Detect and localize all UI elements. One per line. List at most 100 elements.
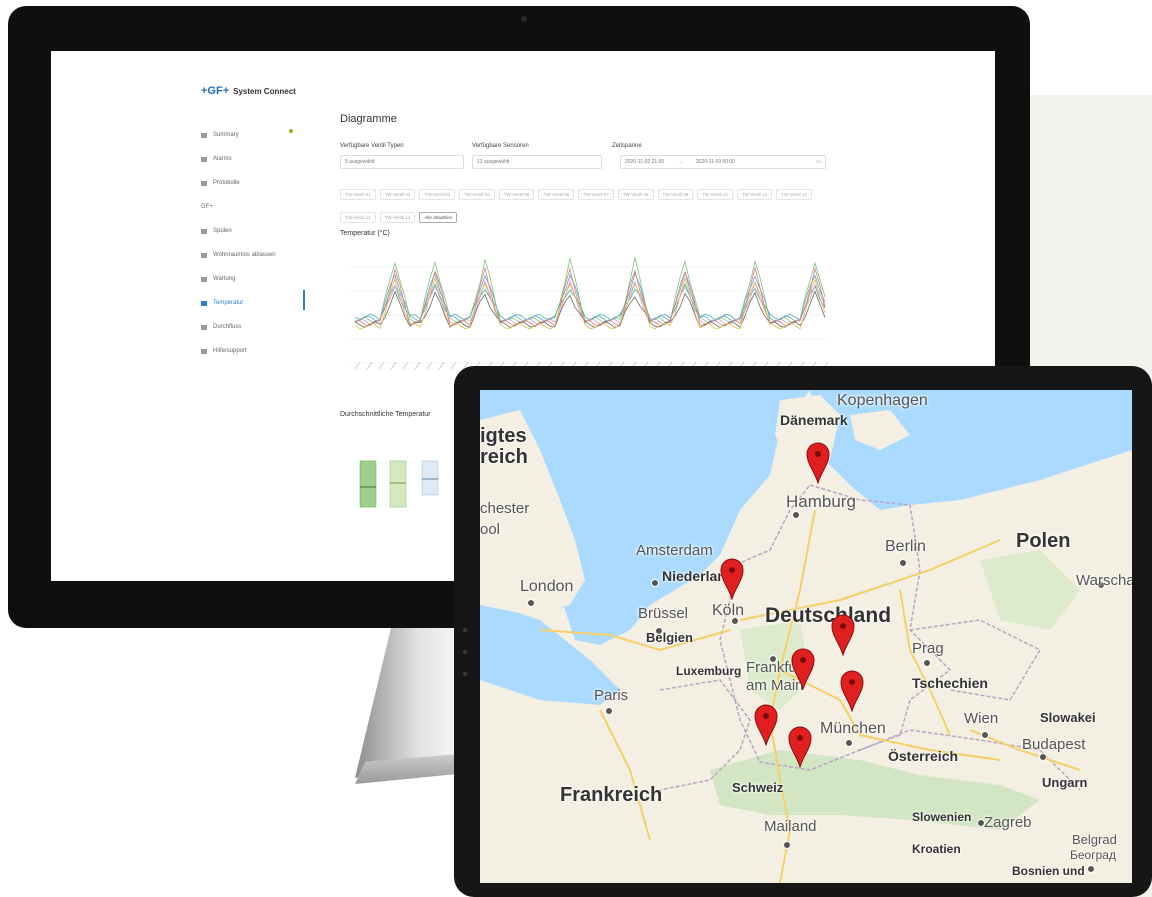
main-content: Diagramme Verfügbare Ventil Typen 5 ausg…	[340, 113, 940, 508]
temperature-chart-title: Temperatur (°C)	[340, 230, 390, 237]
sensor-chip[interactable]: TW-Ventil 08	[617, 189, 654, 200]
map-label: Београд	[1070, 848, 1116, 862]
sidebar-item[interactable]: Wartung	[201, 267, 311, 291]
sensor-chip[interactable]: TW-Ventil 09	[657, 189, 694, 200]
map-label: Tschechien	[912, 675, 988, 691]
valve-icon	[201, 252, 207, 258]
location-pin-icon[interactable]	[840, 670, 864, 717]
city-marker-dot	[845, 739, 853, 747]
sidebar-item[interactable]: Summary	[201, 123, 311, 147]
wrench-icon	[201, 276, 207, 282]
sidebar-item[interactable]: Durchfluss	[201, 315, 311, 339]
notification-dot	[289, 129, 293, 133]
map-label: Schweiz	[732, 780, 784, 795]
sidebar-item[interactable]: Hilfe/support	[201, 339, 311, 363]
sidebar-item-label: Wohnraumlos ablassen	[213, 252, 276, 258]
sidebar-item[interactable]: Wohnraumlos ablassen	[201, 243, 311, 267]
temperature-line-chart	[350, 257, 829, 370]
map-label: Österreich	[888, 748, 959, 764]
help-icon	[201, 348, 207, 354]
map-label: Kopenhagen	[837, 392, 928, 409]
sidebar-item[interactable]: Spülen	[201, 219, 311, 243]
location-pin-icon[interactable]	[791, 648, 815, 695]
city-marker-dot	[923, 659, 931, 667]
list-icon	[201, 180, 207, 186]
map-label: Frankreich	[560, 784, 663, 806]
valve-types-select[interactable]: 5 ausgewählt	[340, 155, 464, 169]
brand-logo[interactable]: +GF+ System Connect	[201, 85, 296, 97]
sensor-chip[interactable]: TW-Ventil 14	[379, 212, 416, 223]
city-marker-dot	[527, 599, 535, 607]
box-2	[389, 460, 407, 508]
location-pin-icon[interactable]	[754, 704, 778, 751]
map-label: Paris	[594, 687, 629, 704]
map-label: igtes	[480, 425, 527, 447]
deselect-all-button[interactable]: Alle abwählen	[419, 212, 458, 223]
location-pin-icon[interactable]	[806, 442, 830, 489]
city-marker-dot	[605, 707, 613, 715]
sensor-chip[interactable]: TW-Ventil 05	[498, 189, 535, 200]
sidebar-item[interactable]: Temperatur	[201, 291, 311, 315]
sensor-chip[interactable]: TW-Ventil 07	[578, 189, 614, 200]
city-marker-dot	[783, 841, 791, 849]
sidebar-item-label: Wartung	[213, 276, 236, 282]
period-label: Zeitspanne	[612, 143, 642, 149]
city-marker-dot	[1039, 753, 1047, 761]
drop-icon	[201, 228, 207, 234]
sensor-chip[interactable]: TW-Ventil 10	[697, 189, 733, 200]
city-marker-dot	[1087, 865, 1095, 873]
sensor-chip[interactable]: TW-Ventil 02	[379, 189, 416, 200]
map-label: Luxemburg	[676, 664, 742, 678]
camera-icon	[521, 16, 527, 22]
location-pin-icon[interactable]	[788, 726, 812, 773]
avg-temperature-chart-title: Durchschnittliche Temperatur	[340, 411, 431, 418]
grid-icon	[201, 132, 207, 138]
sensor-chip[interactable]: TW-Ventil 01	[340, 189, 376, 200]
sidebar-item[interactable]: GF+	[201, 195, 311, 219]
page-title: Diagramme	[340, 113, 397, 125]
sensors-select[interactable]: 13 ausgewählt	[472, 155, 602, 169]
map-label: Slowakei	[1040, 710, 1096, 725]
city-marker-dot	[981, 731, 989, 739]
map-label: Warschau	[1076, 572, 1132, 589]
sidebar-item[interactable]: Alarms	[201, 147, 311, 171]
map-label: London	[520, 578, 574, 595]
location-pin-icon[interactable]	[720, 558, 744, 605]
location-pin-icon[interactable]	[831, 614, 855, 661]
calendar-icon[interactable]: ▭	[816, 156, 821, 168]
map-label: Belgien	[646, 630, 693, 645]
highway	[599, 709, 651, 841]
sensor-chip[interactable]: TW-Ventil 11	[736, 189, 773, 200]
map-label: Brüssel	[638, 605, 689, 622]
map-label: ool	[480, 521, 501, 538]
period-to: 2020-11-09 00:00	[695, 159, 735, 165]
map-label: Bosnien und	[1012, 864, 1085, 878]
sidebar-item-label: Durchfluss	[213, 324, 242, 330]
sidebar-item-label: Hilfe/support	[213, 348, 247, 354]
map-label: Mailand	[764, 818, 817, 835]
sensors-label: Verfügbare Sensoren	[472, 143, 529, 149]
map-view[interactable]: Kopenhagen Dänemark Hamburg Berlin Polen Wars…	[480, 390, 1132, 883]
sidebar-item[interactable]: Protokolle	[201, 171, 311, 195]
tablet-button	[463, 672, 467, 676]
box-3	[421, 460, 439, 496]
sidebar-item-label: GF+	[201, 204, 213, 210]
east-green	[980, 550, 1080, 630]
sensor-chip[interactable]: TW-Ventil 03	[419, 189, 456, 200]
period-range-input[interactable]: 2020-11-02 21:00 → 2020-11-09 00:00 ▭	[620, 155, 826, 169]
map-label: München	[820, 720, 886, 737]
sensor-chip[interactable]: TW-Ventil 04	[459, 189, 495, 200]
sensor-chip[interactable]: TW-Ventil 06	[538, 189, 575, 200]
sensor-chip[interactable]: TW-Ventil 13	[340, 212, 376, 223]
sidebar-item-label: Temperatur	[213, 300, 244, 306]
sensor-chip-list: TW-Ventil 01 TW-Ventil 02 TW-Ventil 03 TW-V…	[340, 183, 820, 229]
flow-icon	[201, 324, 207, 330]
product-name: System Connect	[233, 87, 296, 96]
map-label: Kroatien	[912, 842, 961, 856]
sidebar-item-label: Alarms	[213, 156, 232, 162]
tablet-button	[463, 628, 467, 632]
city-marker-dot	[792, 511, 800, 519]
sidebar-item-label: Protokolle	[213, 180, 240, 186]
sensor-chip[interactable]: TW-Ventil 12	[776, 189, 812, 200]
map-label: Polen	[1016, 530, 1071, 552]
